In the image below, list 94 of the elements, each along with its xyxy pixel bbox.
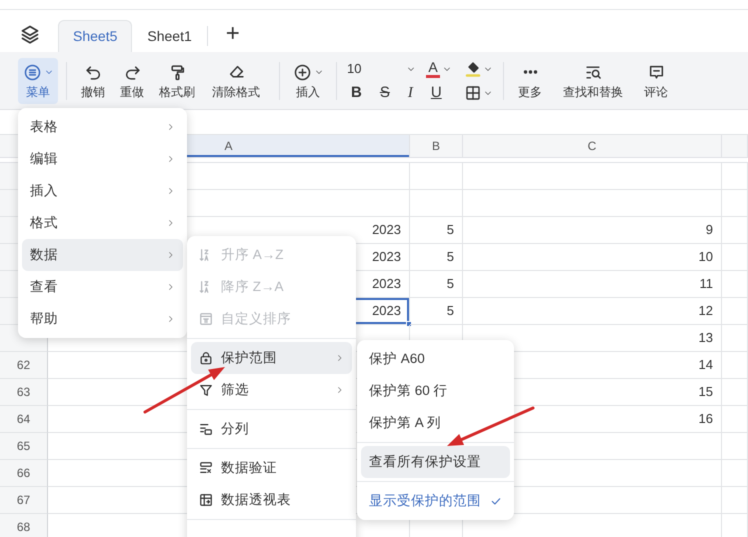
- chevron-right-icon: [167, 186, 175, 196]
- menu-button[interactable]: 菜单: [18, 58, 58, 104]
- table-cell[interactable]: [463, 190, 722, 217]
- table-cell[interactable]: [722, 298, 748, 325]
- table-cell[interactable]: [410, 163, 463, 190]
- check-icon: [490, 495, 502, 507]
- column-header[interactable]: C: [463, 135, 722, 157]
- bold-button[interactable]: B: [345, 82, 368, 102]
- undo-icon: [84, 64, 102, 80]
- table-cell[interactable]: 5: [410, 217, 463, 244]
- chevron-right-icon: [167, 122, 175, 132]
- undo-button[interactable]: 撤销: [75, 58, 111, 104]
- menu-item[interactable]: 分列: [191, 413, 352, 445]
- filter-icon: [199, 383, 213, 397]
- italic-button[interactable]: I: [402, 82, 419, 102]
- menu-item[interactable]: 格式: [22, 207, 183, 239]
- eraser-icon: [228, 64, 244, 80]
- row-header[interactable]: 64: [0, 406, 48, 433]
- table-cell[interactable]: [722, 487, 748, 514]
- table-cell[interactable]: [722, 433, 748, 460]
- menu-item[interactable]: 数据验证: [191, 452, 352, 484]
- table-cell[interactable]: 10: [463, 244, 722, 271]
- list-icon: [24, 64, 40, 80]
- chevron-right-icon: [336, 385, 344, 395]
- split-column-icon: [199, 422, 213, 436]
- layers-icon: [20, 24, 40, 44]
- add-sheet-button[interactable]: +: [214, 22, 252, 52]
- grid-icon: [465, 84, 481, 100]
- caret-icon: [44, 68, 52, 76]
- chevron-right-icon: [167, 250, 175, 260]
- row-header[interactable]: 65: [0, 433, 48, 460]
- table-cell[interactable]: 12: [463, 298, 722, 325]
- format-painter-button[interactable]: 格式刷: [153, 58, 201, 104]
- table-cell[interactable]: [410, 190, 463, 217]
- chevron-right-icon: [336, 353, 344, 363]
- table-cell[interactable]: [463, 163, 722, 190]
- table-cell[interactable]: [722, 406, 748, 433]
- table-cell[interactable]: 11: [463, 271, 722, 298]
- insert-button[interactable]: 插入: [288, 58, 328, 104]
- table-cell[interactable]: 9: [463, 217, 722, 244]
- table-cell[interactable]: [722, 352, 748, 379]
- table-cell[interactable]: 5: [410, 298, 463, 325]
- comment-icon: [648, 64, 664, 80]
- redo-button[interactable]: 重做: [114, 58, 150, 104]
- underline-button[interactable]: U: [424, 82, 448, 102]
- find-replace-button[interactable]: 查找和替换: [558, 58, 628, 104]
- data-validation-icon: [199, 461, 213, 475]
- table-cell[interactable]: [722, 244, 748, 271]
- row-header[interactable]: 67: [0, 487, 48, 514]
- menu-item[interactable]: 数据透视表: [191, 484, 352, 516]
- lock-icon: [199, 351, 213, 365]
- chevron-right-icon: [167, 154, 175, 164]
- table-cell[interactable]: 5: [410, 244, 463, 271]
- table-cell[interactable]: [722, 460, 748, 487]
- menu-item[interactable]: 帮助: [22, 303, 183, 335]
- menu-item[interactable]: 查看: [22, 271, 183, 303]
- table-cell[interactable]: [722, 271, 748, 298]
- font-size-field[interactable]: 10: [345, 58, 415, 78]
- comment-button[interactable]: 评论: [638, 58, 674, 104]
- row-header[interactable]: 66: [0, 460, 48, 487]
- more-button[interactable]: 更多: [512, 58, 548, 104]
- strikethrough-button[interactable]: S: [374, 82, 396, 102]
- toggle-menu-item[interactable]: 显示受保护的范围: [361, 485, 510, 517]
- pivot-table-icon: [199, 493, 213, 507]
- table-cell[interactable]: [722, 217, 748, 244]
- plus-circle-icon: [294, 64, 310, 80]
- menu-item[interactable]: 数据: [22, 239, 183, 271]
- row-header[interactable]: 63: [0, 379, 48, 406]
- chevron-right-icon: [167, 282, 175, 292]
- font-color-button[interactable]: A: [423, 60, 454, 78]
- sheet-tab[interactable]: Sheet1: [132, 20, 207, 52]
- custom-sort-icon: [199, 312, 213, 326]
- table-cell[interactable]: 5: [410, 271, 463, 298]
- redo-icon: [124, 64, 140, 80]
- menu-item[interactable]: 插入: [22, 175, 183, 207]
- sheet-tab[interactable]: Sheet5: [58, 20, 132, 52]
- clear-format-button[interactable]: 清除格式: [204, 58, 268, 104]
- row-header[interactable]: 68: [0, 514, 48, 537]
- menu-item[interactable]: 保护范围: [191, 342, 352, 374]
- table-cell[interactable]: [722, 325, 748, 352]
- chevron-right-icon: [167, 314, 175, 324]
- chevron-right-icon: [167, 218, 175, 228]
- menu-item[interactable]: 筛选: [191, 374, 352, 406]
- paint-bucket-icon: [465, 60, 481, 76]
- table-cell[interactable]: [722, 163, 748, 190]
- table-cell[interactable]: [722, 379, 748, 406]
- find-replace-icon: [584, 64, 602, 80]
- row-header[interactable]: 62: [0, 352, 48, 379]
- menu-item[interactable]: 查看所有保护设置: [361, 446, 510, 478]
- paint-roller-icon: [168, 64, 186, 80]
- caret-icon: [314, 68, 322, 76]
- column-header[interactable]: B: [410, 135, 463, 157]
- more-icon: [522, 70, 538, 74]
- table-cell[interactable]: [722, 190, 748, 217]
